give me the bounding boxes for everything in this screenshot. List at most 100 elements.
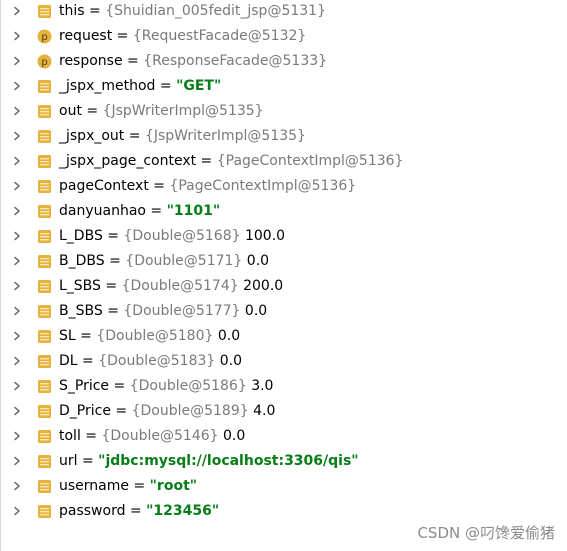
variable-row[interactable]: pageContext = {PageContextImpl@5136} [0,174,567,199]
equals-sign: = [77,453,99,469]
variable-row[interactable]: S_Price = {Double@5186} 3.0 [0,374,567,399]
chevron-right-icon[interactable] [12,431,22,441]
chevron-right-icon[interactable] [12,6,22,16]
chevron-right-icon[interactable] [12,231,22,241]
equals-sign: = [145,203,167,219]
variable-name: pageContext [59,178,149,194]
variable-row[interactable]: url = "jdbc:mysql://localhost:3306/qis" [0,449,567,474]
variable-reference: {RequestFacade@5132} [132,28,307,44]
equals-sign: = [155,78,177,94]
variable-text: response = {ResponseFacade@5133} [59,49,327,74]
variable-name: D_Price [59,403,111,419]
chevron-right-icon[interactable] [12,506,22,516]
string-value: "root" [149,478,198,494]
variable-row[interactable]: SL = {Double@5180} 0.0 [0,324,567,349]
chevron-right-icon[interactable] [12,306,22,316]
variable-name: username [59,478,129,494]
variable-row[interactable]: D_Price = {Double@5189} 4.0 [0,399,567,424]
variable-text: password = "123456" [59,499,219,524]
chevron-right-icon[interactable] [12,406,22,416]
chevron-right-icon[interactable] [12,56,22,66]
equals-sign: = [102,303,124,319]
variable-row[interactable]: toll = {Double@5146} 0.0 [0,424,567,449]
variable-name: B_SBS [59,303,103,319]
field-icon [38,330,51,343]
chevron-right-icon[interactable] [12,331,22,341]
chevron-right-icon[interactable] [12,31,22,41]
variable-name: response [59,53,123,69]
variable-row[interactable]: _jspx_method = "GET" [0,74,567,99]
variable-name: danyuanhao [59,203,146,219]
field-icon [38,405,51,418]
variable-row[interactable]: L_DBS = {Double@5168} 100.0 [0,224,567,249]
chevron-right-icon[interactable] [12,156,22,166]
string-value: "jdbc:mysql://localhost:3306/qis" [98,453,359,469]
variable-row[interactable]: p request = {RequestFacade@5132} [0,24,567,49]
parameter-letter: p [41,32,47,43]
variable-text: _jspx_out = {JspWriterImpl@5135} [59,124,306,149]
variable-name: out [59,103,82,119]
variable-row[interactable]: p response = {ResponseFacade@5133} [0,49,567,74]
variable-reference: {Double@5183} [98,353,216,369]
chevron-right-icon[interactable] [12,206,22,216]
equals-sign: = [196,153,217,169]
variable-row[interactable]: DL = {Double@5183} 0.0 [0,349,567,374]
variable-row[interactable]: danyuanhao = "1101" [0,199,567,224]
variable-name: url [59,453,78,469]
chevron-right-icon[interactable] [12,281,22,291]
equals-sign: = [100,278,122,294]
equals-sign: = [84,3,106,19]
variable-row[interactable]: _jspx_page_context = {PageContextImpl@51… [0,149,567,174]
watermark: CSDN @叼馋爱偷猪 [417,524,555,542]
variable-name: request [59,28,113,44]
variable-row[interactable]: password = "123456" [0,499,567,524]
variable-text: request = {RequestFacade@5132} [59,24,306,49]
variable-reference: {Double@5174} [121,278,239,294]
variable-row[interactable]: B_SBS = {Double@5177} 0.0 [0,299,567,324]
variable-row[interactable]: username = "root" [0,474,567,499]
variable-row[interactable]: out = {JspWriterImpl@5135} [0,99,567,124]
chevron-right-icon[interactable] [12,381,22,391]
field-icon [38,105,51,118]
variable-text: L_DBS = {Double@5168} 100.0 [59,224,285,249]
variable-text: B_SBS = {Double@5177} 0.0 [59,299,267,324]
field-icon [38,280,51,293]
field-icon [38,205,51,218]
chevron-right-icon[interactable] [12,131,22,141]
variable-text: DL = {Double@5183} 0.0 [59,349,242,374]
field-icon [38,505,51,518]
chevron-right-icon[interactable] [12,81,22,91]
chevron-right-icon[interactable] [12,481,22,491]
string-value: "GET" [176,78,222,94]
numeric-value: 100.0 [244,228,286,244]
variable-row[interactable]: this = {Shuidian_005fedit_jsp@5131} [0,0,567,24]
variable-text: toll = {Double@5146} 0.0 [59,424,245,449]
variable-row[interactable]: B_DBS = {Double@5171} 0.0 [0,249,567,274]
chevron-right-icon[interactable] [12,181,22,191]
numeric-value: 0.0 [217,328,241,344]
field-icon [38,430,51,443]
variable-name: L_DBS [59,228,103,244]
numeric-value: 200.0 [243,278,284,294]
variable-text: D_Price = {Double@5189} 4.0 [59,399,275,424]
variable-name: DL [59,353,78,369]
field-icon [38,180,51,193]
chevron-right-icon[interactable] [12,456,22,466]
chevron-right-icon[interactable] [12,356,22,366]
variable-row[interactable]: L_SBS = {Double@5174} 200.0 [0,274,567,299]
variable-name: SL [59,328,76,344]
variable-reference: {Double@5189} [131,403,249,419]
variable-text: S_Price = {Double@5186} 3.0 [59,374,273,399]
variable-row[interactable]: _jspx_out = {JspWriterImpl@5135} [0,124,567,149]
variable-reference: {Double@5146} [101,428,219,444]
chevron-right-icon[interactable] [12,106,22,116]
equals-sign: = [109,378,130,394]
numeric-value: 0.0 [219,353,243,369]
variable-text: username = "root" [59,474,197,499]
variable-reference: {ResponseFacade@5133} [143,53,328,69]
variable-text: _jspx_method = "GET" [59,74,221,99]
chevron-right-icon[interactable] [12,256,22,266]
equals-sign: = [80,428,102,444]
variable-text: B_DBS = {Double@5171} 0.0 [59,249,269,274]
variable-name: S_Price [59,378,110,394]
